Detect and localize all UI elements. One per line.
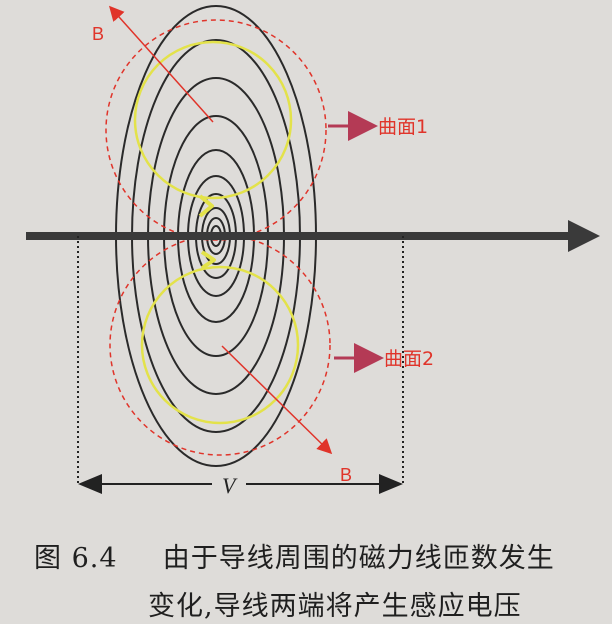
surface-1-yellow-circle — [133, 40, 293, 200]
magnetic-field-diagram: B B 曲面1 曲面2 V — [26, 5, 600, 498]
caption-text-line-1: 由于导线周围的磁力线匝数发生 — [162, 543, 555, 574]
wire-arrow-head-icon — [568, 220, 600, 252]
label-b-bottom: B — [340, 465, 352, 485]
caption-text-line-2: 变化,导线两端将产生感应电压 — [148, 591, 522, 622]
voltage-dimension — [77, 236, 404, 494]
figure-number: 图 6.4 — [34, 543, 118, 574]
b-arrow-top — [108, 5, 214, 123]
caption-line-1: 图 6.4 由于导线周围的磁力线匝数发生 — [34, 536, 555, 575]
figure-page: B B 曲面1 曲面2 V 图 6.4 由于导线周围的磁力线匝数发生 变化,导线… — [0, 0, 612, 624]
label-surface-2: 曲面2 — [384, 348, 434, 370]
wire — [26, 220, 600, 252]
caption-line-2: 变化,导线两端将产生感应电压 — [148, 584, 522, 623]
label-surface-1: 曲面1 — [378, 116, 428, 138]
surface-2-yellow-circle — [140, 265, 300, 425]
label-v: V — [222, 473, 238, 498]
label-b-top: B — [92, 24, 104, 44]
b-arrow-bottom — [221, 345, 333, 455]
